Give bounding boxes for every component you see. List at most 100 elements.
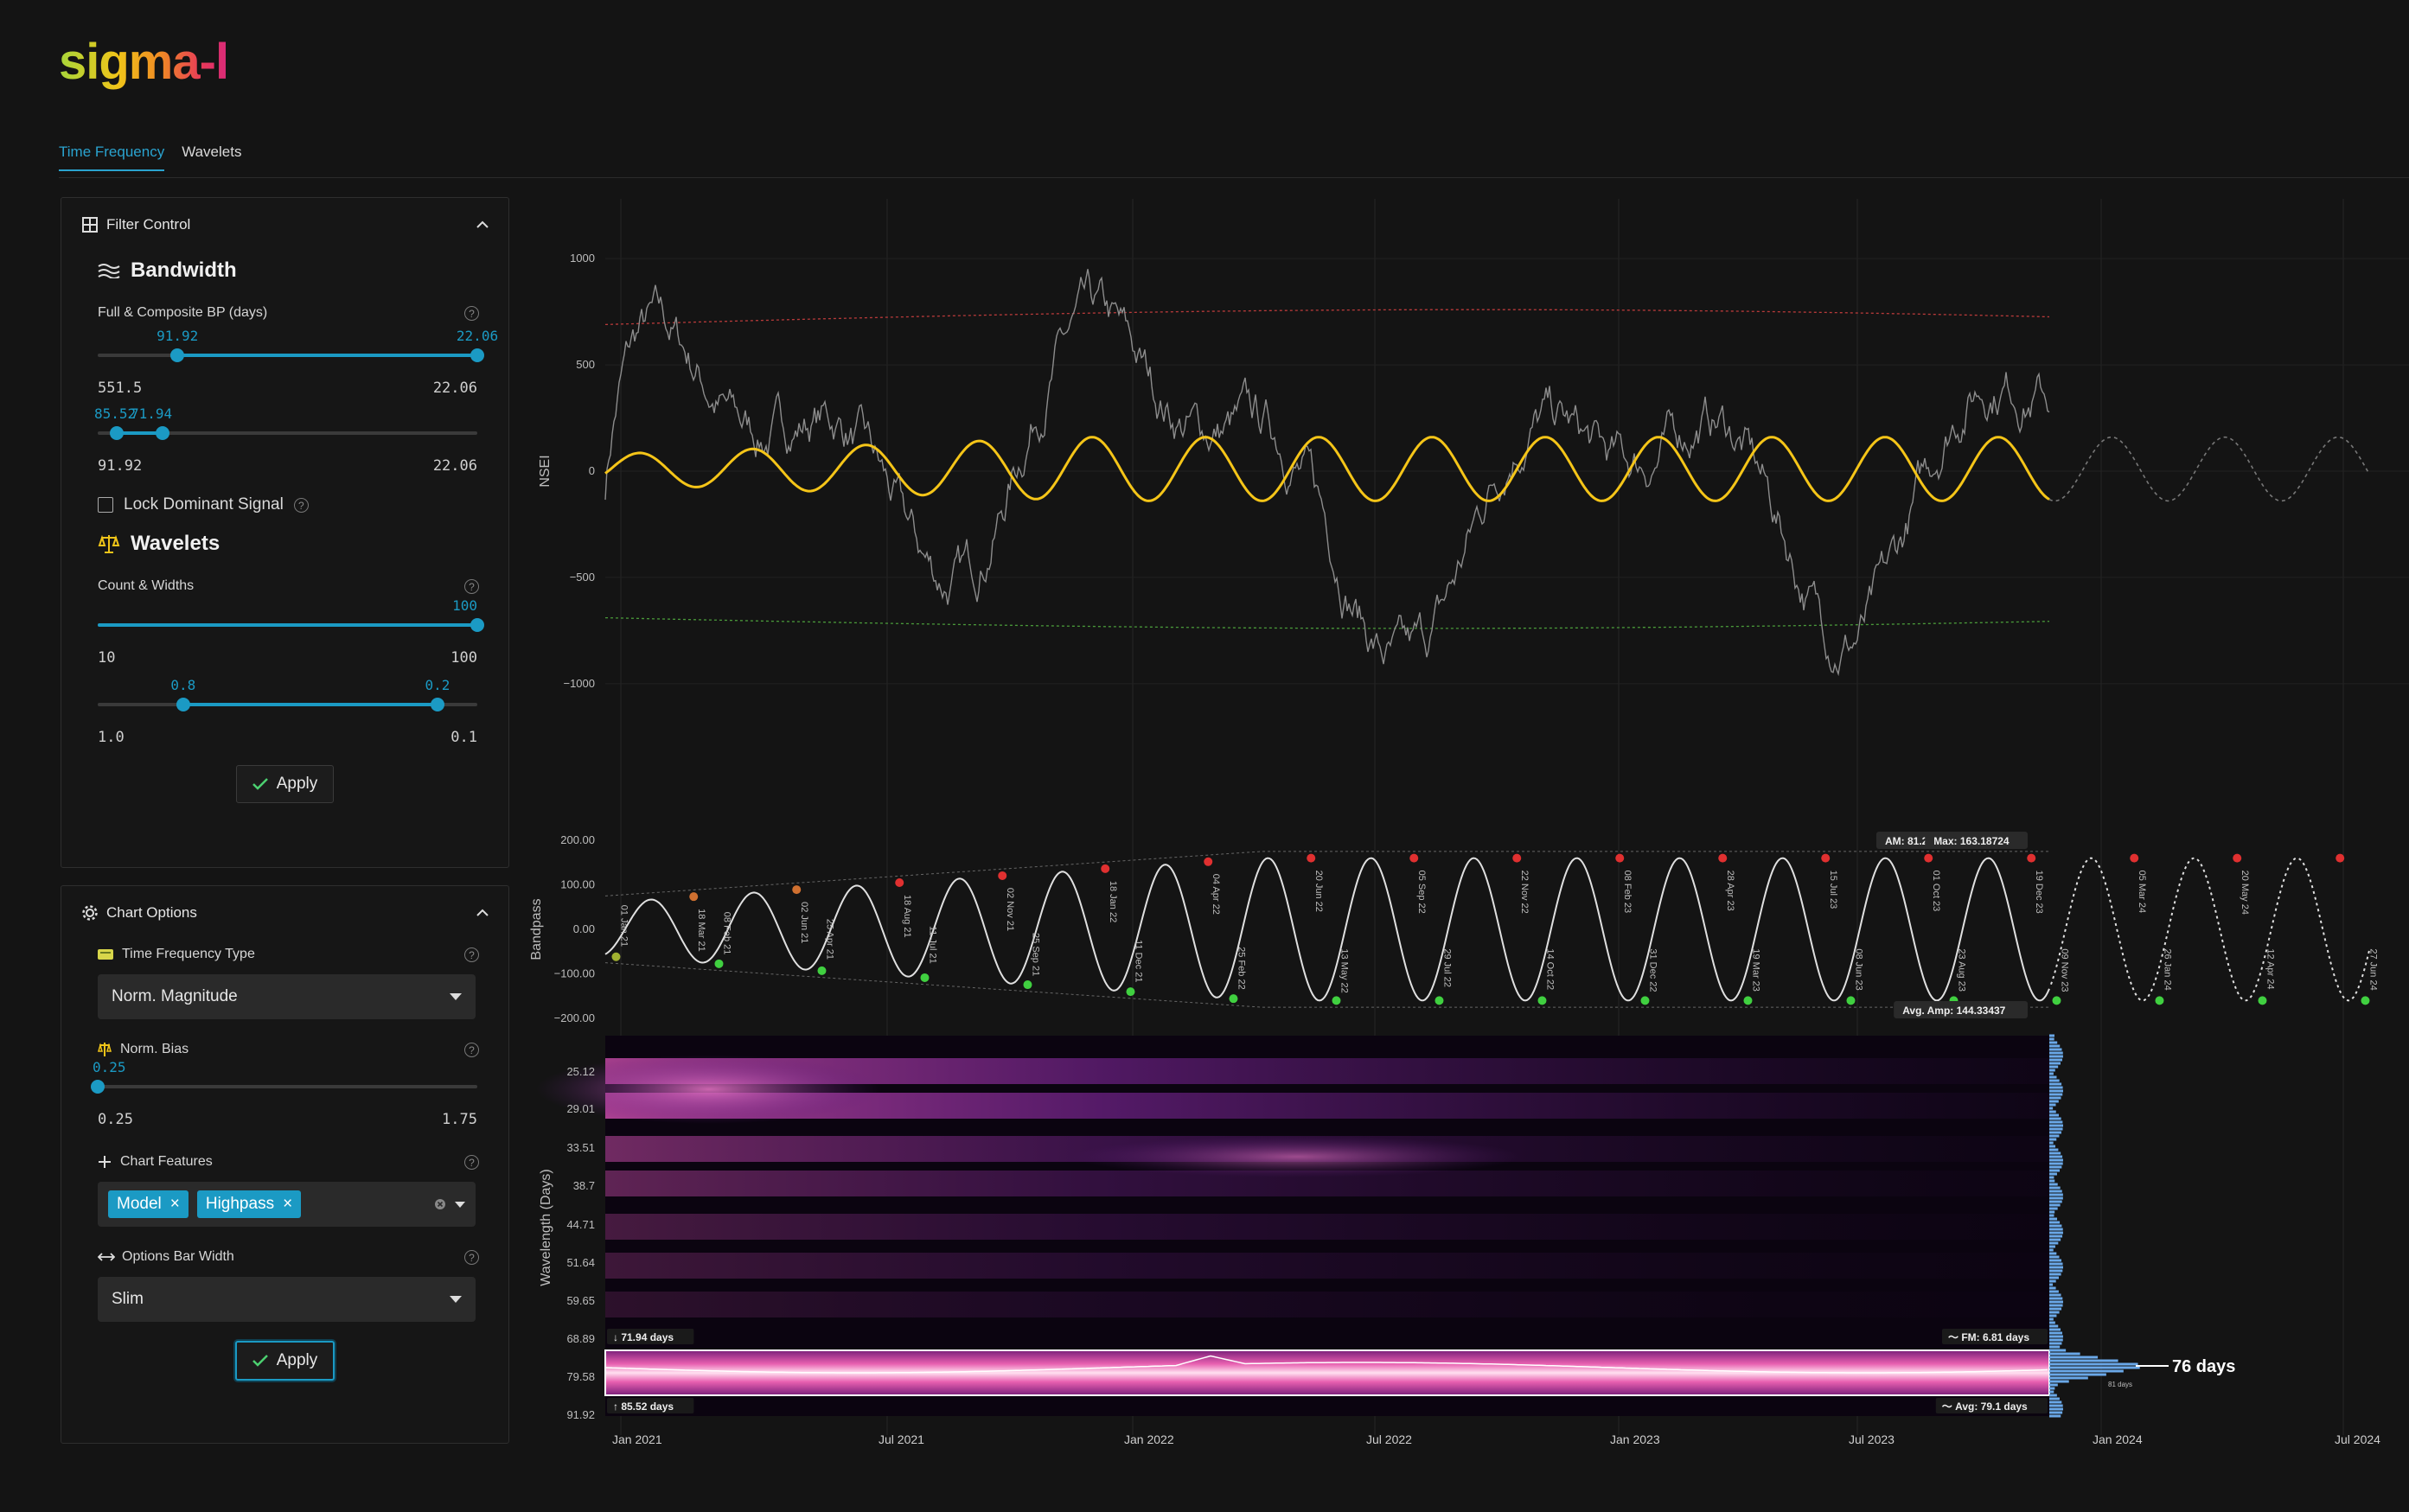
slider-max: 0.1 [450,729,477,746]
slider-min: 551.5 [98,380,143,397]
tf-type-select[interactable]: Norm. Magnitude [98,974,476,1019]
bp-range-slider-1[interactable]: 91.92 22.06 [98,328,498,380]
peak-marker [689,892,699,902]
tab-wavelets[interactable]: Wavelets [182,144,241,171]
trough-marker [2155,996,2164,1005]
full-composite-label-row: Full & Composite BP (days) ? [98,305,479,321]
help-icon[interactable]: ? [464,947,479,962]
options-apply-button[interactable]: Apply [234,1341,335,1381]
peak-date-label: 28 Apr 23 [1725,871,1735,911]
trough-date-label: 19 Mar 23 [1750,948,1760,992]
band-bottom-label: ↑ 85.52 days [607,1398,694,1413]
help-icon[interactable]: ? [464,1042,479,1057]
plus-icon [99,1156,111,1168]
peak-marker [1924,853,1933,863]
wavelet-width-slider[interactable]: 0.8 0.2 [98,677,477,729]
trough-marker [1332,996,1341,1005]
slider-1-range: 551.5 22.06 [98,380,477,397]
lock-dominant-checkbox[interactable] [98,497,113,513]
y-tick-label: −500 [570,571,595,584]
x-tick-label: Jan 2022 [1124,1432,1174,1446]
slider-thumb[interactable] [470,618,484,632]
slider-low-thumb[interactable] [109,426,124,440]
remove-icon[interactable]: × [283,1195,292,1214]
slider-high-thumb[interactable] [430,698,444,711]
x-tick-label: Jan 2021 [612,1432,662,1446]
filter-control-header[interactable]: Filter Control [61,198,508,252]
help-icon[interactable]: ? [464,578,479,594]
peak-marker [792,885,802,895]
slider-high-thumb[interactable] [155,426,169,440]
help-icon[interactable]: ? [464,1154,479,1170]
trough-date-label: 08 Feb 21 [721,912,732,955]
trough-date-label: 09 Nov 23 [2059,948,2069,992]
trough-marker [611,952,621,961]
norm-bias-slider[interactable]: 0.25 [91,1059,477,1111]
slider-low-thumb[interactable] [176,698,190,711]
x-tick-label: Jul 2024 [2335,1432,2380,1446]
check-icon [252,778,268,790]
slider-thumb[interactable] [91,1080,105,1094]
y-tick-label: 79.58 [566,1370,595,1383]
peak-date-label: 18 Jan 22 [1108,881,1118,922]
bandwidth-title: Bandwidth [131,258,237,282]
avg-amp-label: Avg. Amp: 144.33437 [1894,1001,2028,1018]
tab-time-frequency[interactable]: Time Frequency [59,144,165,171]
peak-marker [1615,853,1625,863]
check-icon [252,1355,268,1367]
chart-features-label-row: Chart Features ? [98,1154,479,1170]
trough-marker [817,966,827,975]
trough-date-label: 08 Jun 23 [1853,948,1863,990]
feature-chip-model: Model × [108,1190,189,1218]
slider-low-thumb[interactable] [170,348,185,362]
chart-features-multiselect[interactable]: Model × Highpass × [98,1182,476,1227]
slider-min: 10 [98,649,116,667]
y-tick-label: 33.51 [566,1141,595,1154]
slider-min: 1.0 [98,729,125,746]
peak-marker [1204,857,1213,866]
peak-marker [1718,853,1728,863]
bp-range-slider-2[interactable]: 85.52 71.94 [94,405,477,457]
waves-icon [98,264,120,278]
tf-type-label-row: Time Frequency Type ? [98,947,479,962]
peak-marker [895,878,904,888]
y-tick-label: 1000 [570,252,595,265]
bar-width-select[interactable]: Slim [98,1277,476,1322]
peak-date-label: 05 Sep 22 [1416,871,1427,914]
chart-options-header[interactable]: Chart Options [61,886,508,940]
trough-date-label: 31 Dec 22 [1647,948,1658,992]
peak-marker [1512,853,1522,863]
remove-icon[interactable]: × [170,1195,180,1214]
peak-marker [2027,853,2036,863]
peak-marker [2233,853,2242,863]
wavelet-count-slider[interactable]: 100 [98,597,484,649]
clear-icon[interactable] [434,1198,446,1210]
filter-apply-button[interactable]: Apply [235,765,335,803]
y-tick-label: 25.12 [566,1065,595,1078]
y-tick-label: 38.7 [573,1179,595,1192]
help-icon[interactable]: ? [464,1249,479,1265]
slider-high-thumb[interactable] [470,348,484,362]
chart-options-panel: Chart Options Time Frequency Type ? Norm… [61,885,509,1444]
y-tick-label: 500 [576,358,595,371]
trough-date-label: 14 Oct 22 [1544,948,1555,990]
help-icon[interactable]: ? [464,305,479,321]
norm-bias-label-row: Norm. Bias ? [98,1042,479,1057]
trough-date-label: 11 Dec 21 [1133,940,1143,982]
chevron-up-icon[interactable] [476,220,489,229]
charts-svg[interactable]: Jan 2021 Jul 2021 Jan 2022 Jul 2022 Jan 2023… [519,190,2409,1487]
y-tick-label: 59.65 [566,1294,595,1307]
label-text: ↓ 71.94 days [613,1331,674,1343]
peak-date-label: 22 Nov 22 [1519,871,1530,914]
tf-type-value: Norm. Magnitude [112,987,238,1005]
wavelength-heatmap: 25.12 29.01 33.51 38.7 44.71 51.64 59.65 68.89 7… [536,1034,2235,1421]
help-icon[interactable]: ? [293,497,309,513]
slider-fill [177,354,477,357]
y-tick-label: −1000 [563,677,595,690]
trough-marker [920,973,930,982]
chevron-up-icon[interactable] [476,909,489,917]
bar-width-label: Options Bar Width [122,1249,234,1264]
heatmap-band [605,1292,2049,1317]
count-slider-range: 10 100 [98,649,477,667]
y-tick-label: −200.00 [554,1011,595,1024]
